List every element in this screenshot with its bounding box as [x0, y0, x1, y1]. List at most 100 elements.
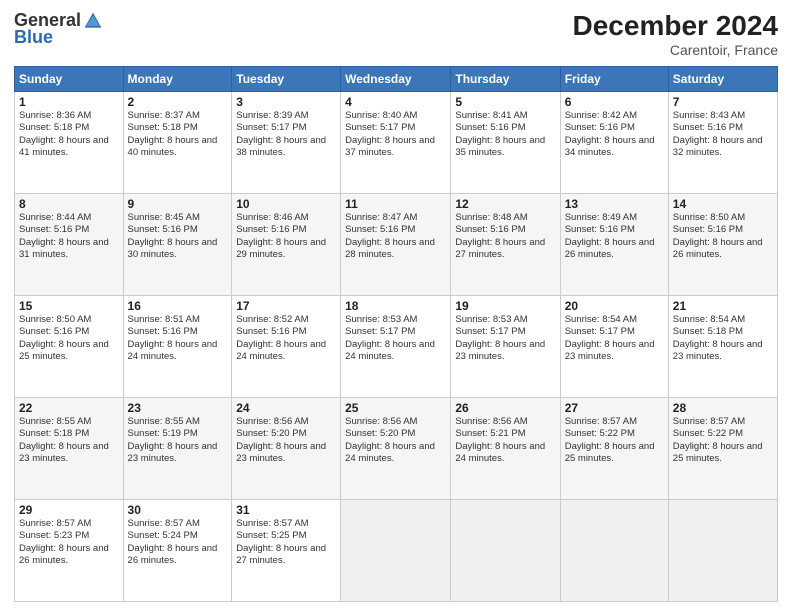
day-info: Sunrise: 8:46 AMSunset: 5:16 PMDaylight:… — [236, 212, 336, 261]
week-row-4: 22 Sunrise: 8:55 AMSunset: 5:18 PMDaylig… — [15, 398, 778, 500]
day-number: 31 — [236, 503, 336, 517]
calendar-cell: 20 Sunrise: 8:54 AMSunset: 5:17 PMDaylig… — [560, 296, 668, 398]
logo-icon — [83, 11, 103, 31]
day-number: 28 — [673, 401, 773, 415]
header-thursday: Thursday — [451, 67, 560, 92]
day-info: Sunrise: 8:50 AMSunset: 5:16 PMDaylight:… — [673, 212, 773, 261]
calendar-cell: 29 Sunrise: 8:57 AMSunset: 5:23 PMDaylig… — [15, 500, 124, 602]
day-info: Sunrise: 8:55 AMSunset: 5:19 PMDaylight:… — [128, 416, 228, 465]
day-info: Sunrise: 8:57 AMSunset: 5:24 PMDaylight:… — [128, 518, 228, 567]
calendar-cell: 14 Sunrise: 8:50 AMSunset: 5:16 PMDaylig… — [668, 194, 777, 296]
day-info: Sunrise: 8:52 AMSunset: 5:16 PMDaylight:… — [236, 314, 336, 363]
calendar-cell: 25 Sunrise: 8:56 AMSunset: 5:20 PMDaylig… — [341, 398, 451, 500]
day-number: 15 — [19, 299, 119, 313]
day-info: Sunrise: 8:57 AMSunset: 5:22 PMDaylight:… — [673, 416, 773, 465]
day-info: Sunrise: 8:36 AMSunset: 5:18 PMDaylight:… — [19, 110, 119, 159]
day-info: Sunrise: 8:53 AMSunset: 5:17 PMDaylight:… — [455, 314, 555, 363]
day-number: 30 — [128, 503, 228, 517]
calendar-cell: 6 Sunrise: 8:42 AMSunset: 5:16 PMDayligh… — [560, 92, 668, 194]
day-info: Sunrise: 8:42 AMSunset: 5:16 PMDaylight:… — [565, 110, 664, 159]
location: Carentoir, France — [573, 42, 778, 58]
calendar-cell: 24 Sunrise: 8:56 AMSunset: 5:20 PMDaylig… — [232, 398, 341, 500]
day-number: 19 — [455, 299, 555, 313]
calendar-cell: 15 Sunrise: 8:50 AMSunset: 5:16 PMDaylig… — [15, 296, 124, 398]
day-info: Sunrise: 8:57 AMSunset: 5:22 PMDaylight:… — [565, 416, 664, 465]
day-number: 29 — [19, 503, 119, 517]
day-number: 27 — [565, 401, 664, 415]
day-info: Sunrise: 8:51 AMSunset: 5:16 PMDaylight:… — [128, 314, 228, 363]
week-row-3: 15 Sunrise: 8:50 AMSunset: 5:16 PMDaylig… — [15, 296, 778, 398]
day-number: 25 — [345, 401, 446, 415]
calendar-cell: 16 Sunrise: 8:51 AMSunset: 5:16 PMDaylig… — [123, 296, 232, 398]
week-row-5: 29 Sunrise: 8:57 AMSunset: 5:23 PMDaylig… — [15, 500, 778, 602]
title-block: December 2024 Carentoir, France — [573, 10, 778, 58]
day-info: Sunrise: 8:54 AMSunset: 5:18 PMDaylight:… — [673, 314, 773, 363]
day-number: 8 — [19, 197, 119, 211]
day-number: 20 — [565, 299, 664, 313]
day-info: Sunrise: 8:40 AMSunset: 5:17 PMDaylight:… — [345, 110, 446, 159]
day-number: 9 — [128, 197, 228, 211]
logo: General Blue — [14, 10, 103, 48]
header-friday: Friday — [560, 67, 668, 92]
day-number: 14 — [673, 197, 773, 211]
day-number: 24 — [236, 401, 336, 415]
calendar-cell: 9 Sunrise: 8:45 AMSunset: 5:16 PMDayligh… — [123, 194, 232, 296]
header-saturday: Saturday — [668, 67, 777, 92]
calendar-cell: 21 Sunrise: 8:54 AMSunset: 5:18 PMDaylig… — [668, 296, 777, 398]
calendar-cell: 11 Sunrise: 8:47 AMSunset: 5:16 PMDaylig… — [341, 194, 451, 296]
day-number: 12 — [455, 197, 555, 211]
day-number: 11 — [345, 197, 446, 211]
header-wednesday: Wednesday — [341, 67, 451, 92]
day-info: Sunrise: 8:44 AMSunset: 5:16 PMDaylight:… — [19, 212, 119, 261]
day-number: 5 — [455, 95, 555, 109]
calendar-cell — [341, 500, 451, 602]
day-info: Sunrise: 8:50 AMSunset: 5:16 PMDaylight:… — [19, 314, 119, 363]
day-number: 3 — [236, 95, 336, 109]
calendar-table: Sunday Monday Tuesday Wednesday Thursday… — [14, 66, 778, 602]
day-number: 4 — [345, 95, 446, 109]
calendar-cell: 22 Sunrise: 8:55 AMSunset: 5:18 PMDaylig… — [15, 398, 124, 500]
calendar-cell: 5 Sunrise: 8:41 AMSunset: 5:16 PMDayligh… — [451, 92, 560, 194]
calendar-cell: 12 Sunrise: 8:48 AMSunset: 5:16 PMDaylig… — [451, 194, 560, 296]
day-info: Sunrise: 8:53 AMSunset: 5:17 PMDaylight:… — [345, 314, 446, 363]
calendar-cell: 19 Sunrise: 8:53 AMSunset: 5:17 PMDaylig… — [451, 296, 560, 398]
day-info: Sunrise: 8:49 AMSunset: 5:16 PMDaylight:… — [565, 212, 664, 261]
calendar-cell — [668, 500, 777, 602]
calendar-cell: 26 Sunrise: 8:56 AMSunset: 5:21 PMDaylig… — [451, 398, 560, 500]
day-info: Sunrise: 8:43 AMSunset: 5:16 PMDaylight:… — [673, 110, 773, 159]
day-number: 6 — [565, 95, 664, 109]
calendar-cell: 10 Sunrise: 8:46 AMSunset: 5:16 PMDaylig… — [232, 194, 341, 296]
day-info: Sunrise: 8:48 AMSunset: 5:16 PMDaylight:… — [455, 212, 555, 261]
calendar-cell: 1 Sunrise: 8:36 AMSunset: 5:18 PMDayligh… — [15, 92, 124, 194]
logo-blue-text: Blue — [14, 27, 53, 48]
day-number: 17 — [236, 299, 336, 313]
day-number: 10 — [236, 197, 336, 211]
weekday-header-row: Sunday Monday Tuesday Wednesday Thursday… — [15, 67, 778, 92]
day-number: 22 — [19, 401, 119, 415]
calendar-cell — [451, 500, 560, 602]
calendar-cell: 13 Sunrise: 8:49 AMSunset: 5:16 PMDaylig… — [560, 194, 668, 296]
day-number: 21 — [673, 299, 773, 313]
calendar-cell: 2 Sunrise: 8:37 AMSunset: 5:18 PMDayligh… — [123, 92, 232, 194]
day-info: Sunrise: 8:56 AMSunset: 5:20 PMDaylight:… — [345, 416, 446, 465]
day-number: 13 — [565, 197, 664, 211]
day-info: Sunrise: 8:57 AMSunset: 5:23 PMDaylight:… — [19, 518, 119, 567]
calendar-cell: 30 Sunrise: 8:57 AMSunset: 5:24 PMDaylig… — [123, 500, 232, 602]
day-info: Sunrise: 8:55 AMSunset: 5:18 PMDaylight:… — [19, 416, 119, 465]
day-info: Sunrise: 8:47 AMSunset: 5:16 PMDaylight:… — [345, 212, 446, 261]
month-title: December 2024 — [573, 10, 778, 42]
day-info: Sunrise: 8:41 AMSunset: 5:16 PMDaylight:… — [455, 110, 555, 159]
header-monday: Monday — [123, 67, 232, 92]
calendar-cell: 7 Sunrise: 8:43 AMSunset: 5:16 PMDayligh… — [668, 92, 777, 194]
calendar-cell: 3 Sunrise: 8:39 AMSunset: 5:17 PMDayligh… — [232, 92, 341, 194]
calendar-cell: 27 Sunrise: 8:57 AMSunset: 5:22 PMDaylig… — [560, 398, 668, 500]
calendar-cell: 4 Sunrise: 8:40 AMSunset: 5:17 PMDayligh… — [341, 92, 451, 194]
page: General Blue December 2024 Carentoir, Fr… — [0, 0, 792, 612]
header-sunday: Sunday — [15, 67, 124, 92]
day-number: 2 — [128, 95, 228, 109]
header: General Blue December 2024 Carentoir, Fr… — [14, 10, 778, 58]
week-row-1: 1 Sunrise: 8:36 AMSunset: 5:18 PMDayligh… — [15, 92, 778, 194]
day-info: Sunrise: 8:54 AMSunset: 5:17 PMDaylight:… — [565, 314, 664, 363]
day-number: 7 — [673, 95, 773, 109]
day-info: Sunrise: 8:37 AMSunset: 5:18 PMDaylight:… — [128, 110, 228, 159]
